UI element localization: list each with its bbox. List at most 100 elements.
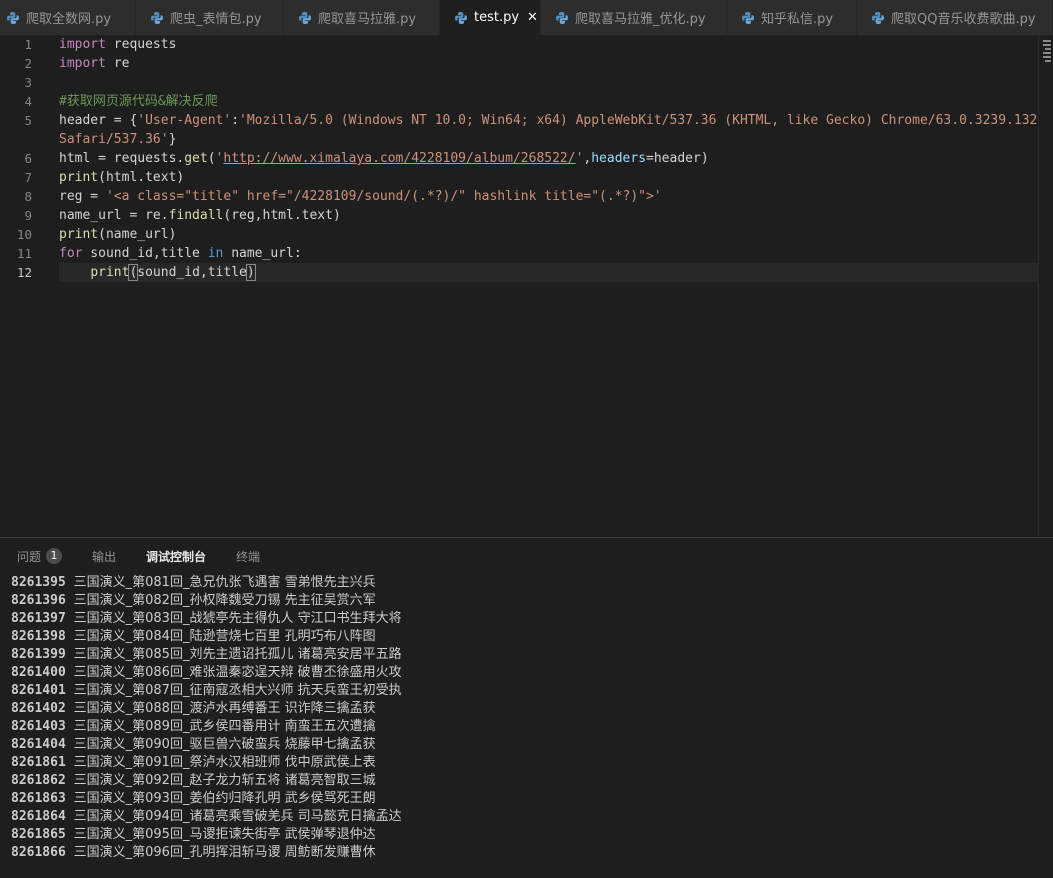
sound-id: 8261403 — [11, 719, 66, 734]
code-line-5-wrap[interactable]: Safari/537.36'} — [59, 130, 1039, 149]
code-line-5[interactable]: header = {'User-Agent':'Mozilla/5.0 (Win… — [59, 111, 1039, 130]
output-line: 8261398 三国演义_第084回_陆逊营烧七百里 孔明巧布八阵图 — [11, 628, 402, 646]
string: 'Mozilla/5.0 (Windows NT 10.0; Win64; x6… — [239, 113, 1038, 128]
code-line-7[interactable]: print(html.text) — [59, 168, 1039, 187]
minimap[interactable] — [1038, 35, 1053, 537]
line-number: 5 — [24, 113, 32, 128]
code-text: ( — [207, 151, 216, 166]
url-link[interactable]: http://www.ximalaya.com/4228109/album/26… — [223, 151, 575, 166]
tab-zhihu[interactable]: 知乎私信.py — [727, 0, 857, 35]
code-line-9[interactable]: name_url = re.findall(reg,html.text) — [59, 206, 1039, 225]
string: Safari/537.36' — [59, 132, 169, 147]
output-line: 8261865 三国演义_第095回_马谡拒谏失街亭 武侯弹琴退仲达 — [11, 826, 402, 844]
tab-debug-console[interactable]: 调试控制台 — [146, 538, 206, 574]
sound-title: 三国演义_第095回_马谡拒谏失街亭 武侯弹琴退仲达 — [73, 827, 376, 842]
sound-id: 8261399 — [11, 647, 66, 662]
code-line-2[interactable]: import re — [59, 54, 1039, 73]
code-line-1[interactable]: import requests — [59, 35, 1039, 54]
string: '<a class="title" href="/4228109/sound/(… — [105, 189, 662, 204]
line-number: 4 — [24, 94, 32, 109]
line-number: 10 — [16, 227, 32, 242]
tab-test[interactable]: test.py ✕ — [440, 0, 541, 35]
code-text: requests — [105, 37, 177, 52]
code-text: name_url: — [223, 246, 302, 261]
tab-quanshu[interactable]: 爬取全数网.py — [0, 0, 136, 35]
python-file-icon — [298, 11, 312, 25]
tab-label: test.py — [474, 10, 520, 25]
code-text: sound_id,title — [82, 246, 208, 261]
bottom-panel: 问题 1 输出 调试控制台 终端 8261395 三国演义_第081回_急兄仇张… — [0, 537, 1053, 878]
code-line-10[interactable]: print(name_url) — [59, 225, 1039, 244]
parameter: headers — [591, 151, 647, 166]
tab-output[interactable]: 输出 — [92, 538, 116, 574]
keyword: import — [59, 56, 106, 71]
tab-label: 爬虫_表情包.py — [170, 12, 262, 27]
sound-title: 三国演义_第083回_战猇亭先主得仇人 守江口书生拜大将 — [73, 611, 402, 626]
output-line: 8261399 三国演义_第085回_刘先主遗诏托孤儿 诸葛亮安居平五路 — [11, 646, 402, 664]
tab-ximalaya[interactable]: 爬取喜马拉雅.py — [284, 0, 440, 35]
tab-label: 调试控制台 — [146, 549, 207, 564]
tab-label: 终端 — [236, 549, 261, 564]
sound-id: 8261400 — [11, 665, 66, 680]
code-text: header = { — [59, 113, 138, 128]
keyword: import — [59, 37, 106, 52]
code-text: html = requests. — [59, 151, 185, 166]
code-text: (html.text) — [98, 170, 185, 185]
debug-console-output[interactable]: 8261395 三国演义_第081回_急兄仇张飞遇害 雪弟恨先主兴兵 82613… — [11, 574, 402, 862]
output-line: 8261401 三国演义_第087回_征南寇丞相大兴师 抗天兵蛮王初受执 — [11, 682, 402, 700]
code-line-6[interactable]: html = requests.get('http://www.ximalaya… — [59, 149, 1039, 168]
sound-id: 8261402 — [11, 701, 66, 716]
keyword: in — [207, 246, 224, 261]
line-number: 11 — [16, 246, 32, 261]
tab-problems[interactable]: 问题 1 — [17, 538, 63, 574]
output-line: 8261402 三国演义_第088回_渡泸水再缚番王 识诈降三擒孟获 — [11, 700, 402, 718]
tab-biaoqingbao[interactable]: 爬虫_表情包.py — [136, 0, 284, 35]
sound-id: 8261861 — [11, 755, 66, 770]
output-line: 8261861 三国演义_第091回_祭泸水汉相班师 伐中原武侯上表 — [11, 754, 402, 772]
sound-title: 三国演义_第094回_诸葛亮乘雪破羌兵 司马懿克日擒孟达 — [73, 809, 402, 824]
python-file-icon — [555, 11, 569, 25]
line-number-wrap — [0, 130, 44, 149]
sound-id: 8261404 — [11, 737, 66, 752]
sound-id: 8261395 — [11, 575, 66, 590]
close-icon[interactable]: ✕ — [527, 10, 538, 25]
sound-title: 三国演义_第091回_祭泸水汉相班师 伐中原武侯上表 — [73, 755, 376, 770]
code-text: : — [231, 113, 240, 128]
function-name: get — [184, 151, 208, 166]
python-file-icon — [741, 11, 755, 25]
sound-title: 三国演义_第082回_孙权降魏受刀锡 先主征吴赏六军 — [73, 593, 376, 608]
tab-ximalaya-optimized[interactable]: 爬取喜马拉雅_优化.py — [541, 0, 727, 35]
code-editor[interactable]: 1 2 3 4 5 6 7 8 9 10 11 12 import reques… — [0, 35, 1053, 537]
code-line-8[interactable]: reg = '<a class="title" href="/4228109/s… — [59, 187, 1039, 206]
editor-tab-bar: 爬取全数网.py 爬虫_表情包.py 爬取喜马拉雅.py test.py ✕ 爬… — [0, 0, 1053, 35]
string: 'User-Agent' — [137, 113, 232, 128]
tab-terminal[interactable]: 终端 — [236, 538, 260, 574]
tab-label: 爬取QQ音乐收费歌曲.py — [891, 12, 1036, 27]
code-line-3[interactable] — [59, 73, 1039, 92]
function-name: print — [90, 265, 130, 280]
sound-id: 8261397 — [11, 611, 66, 626]
code-line-12[interactable]: print(sound_id,title) — [59, 263, 1053, 282]
minimap-line — [1043, 40, 1051, 42]
sound-title: 三国演义_第096回_孔明挥泪斩马谡 周鲂断发赚曹休 — [73, 845, 376, 860]
output-line: 8261404 三国演义_第090回_驱巨兽六破蛮兵 烧藤甲七擒孟获 — [11, 736, 402, 754]
code-line-4[interactable]: #获取网页源代码&解决反爬 — [59, 92, 1039, 111]
sound-title: 三国演义_第090回_驱巨兽六破蛮兵 烧藤甲七擒孟获 — [73, 737, 376, 752]
sound-id: 8261401 — [11, 683, 66, 698]
code-text: (name_url) — [98, 227, 177, 242]
python-file-icon — [150, 11, 164, 25]
function-name: print — [59, 227, 99, 242]
panel-tab-bar: 问题 1 输出 调试控制台 终端 — [0, 538, 1053, 574]
line-number: 6 — [24, 151, 32, 166]
sound-title: 三国演义_第093回_姜伯约归降孔明 武乡侯骂死王朗 — [73, 791, 376, 806]
comment: #获取网页源代码&解决反爬 — [59, 94, 218, 109]
output-line: 8261863 三国演义_第093回_姜伯约归降孔明 武乡侯骂死王朗 — [11, 790, 402, 808]
code-content[interactable]: import requests import re #获取网页源代码&解决反爬 … — [59, 35, 1053, 282]
sound-id: 8261863 — [11, 791, 66, 806]
tab-qqmusic[interactable]: 爬取QQ音乐收费歌曲.py — [857, 0, 1053, 35]
sound-id: 8261862 — [11, 773, 66, 788]
code-line-11[interactable]: for sound_id,title in name_url: — [59, 244, 1039, 263]
sound-id: 8261396 — [11, 593, 66, 608]
line-number: 7 — [24, 170, 32, 185]
minimap-line — [1043, 56, 1051, 58]
